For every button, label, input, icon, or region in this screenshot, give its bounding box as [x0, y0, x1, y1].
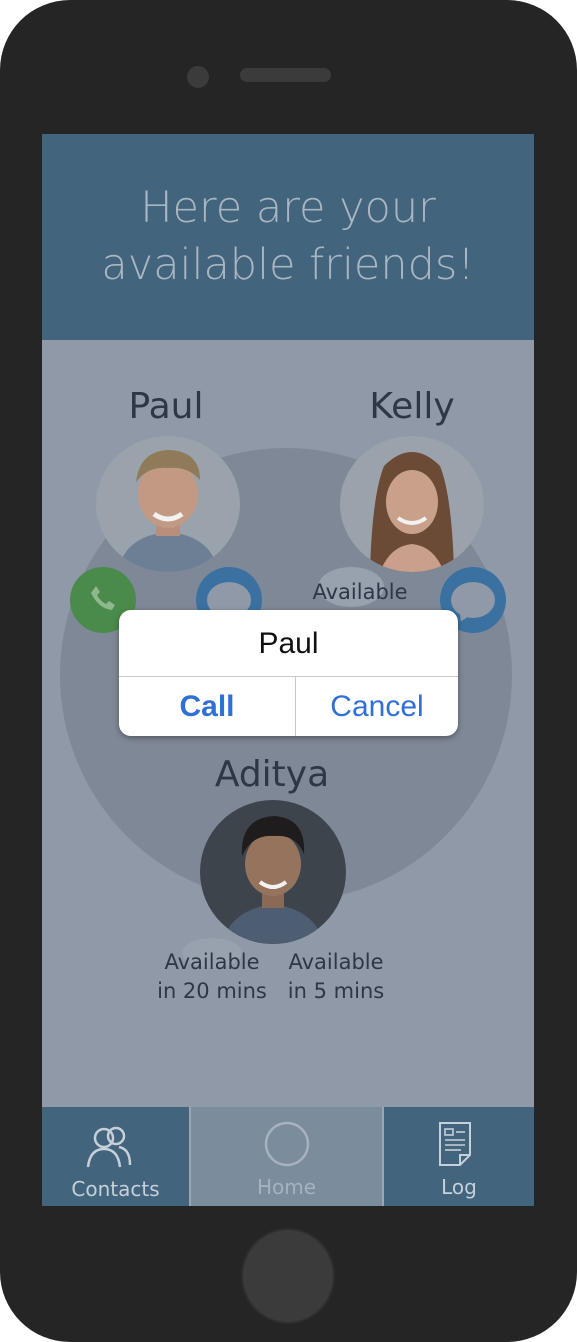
tab-home[interactable]: Home: [191, 1107, 382, 1206]
tab-bar: Contacts Home Log: [42, 1107, 534, 1206]
dialog-title: Paul: [258, 627, 319, 660]
earpiece-speaker: [240, 68, 331, 82]
avatar-paul[interactable]: [96, 436, 240, 572]
page-title-line1: Here are your: [140, 183, 436, 233]
phone-home-button[interactable]: [241, 1228, 335, 1324]
tab-log[interactable]: Log: [384, 1107, 534, 1206]
phone-frame: Here are your available friends! Paul Ke…: [0, 0, 577, 1342]
cancel-button[interactable]: Cancel: [296, 677, 458, 736]
contacts-icon: [85, 1125, 133, 1174]
status-kelly: Available: [312, 580, 408, 604]
app-screen: Here are your available friends! Paul Ke…: [42, 134, 534, 1206]
page-title: Here are your available friends!: [42, 180, 534, 294]
front-camera: [187, 66, 209, 88]
tab-contacts-label: Contacts: [71, 1177, 160, 1201]
status-aditya-right: Available in 5 mins: [287, 950, 385, 1003]
status-aditya-left: Available in 20 mins: [157, 950, 267, 1003]
log-document-icon: [437, 1121, 473, 1172]
header-banner: Here are your available friends!: [42, 134, 534, 340]
call-button[interactable]: Call: [119, 677, 295, 736]
phone-icon: [87, 582, 119, 619]
avatar-kelly[interactable]: [340, 436, 484, 572]
call-confirm-dialog: Paul Call Cancel: [119, 610, 458, 736]
tab-contacts[interactable]: Contacts: [42, 1107, 189, 1206]
home-circle-icon: [264, 1121, 310, 1172]
friend-name-paul: Paul: [128, 386, 204, 427]
page-title-line2: available friends!: [101, 240, 475, 290]
tab-log-label: Log: [441, 1175, 477, 1199]
tab-home-label: Home: [256, 1175, 317, 1199]
friend-name-aditya: Aditya: [214, 754, 330, 795]
avatar-aditya[interactable]: [200, 800, 346, 944]
friend-name-kelly: Kelly: [369, 386, 455, 427]
